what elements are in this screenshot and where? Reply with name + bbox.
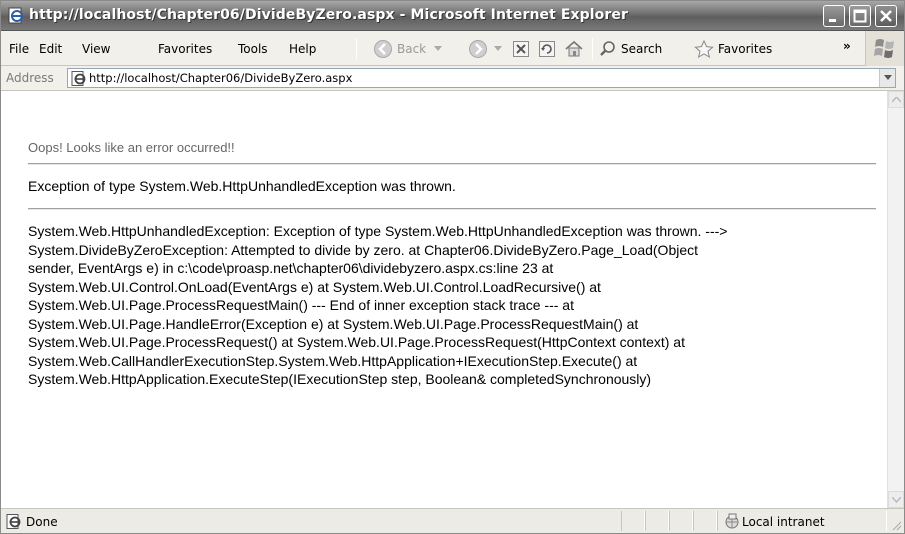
- menu-help[interactable]: Help: [289, 42, 316, 56]
- error-message: Oops! Looks like an error occurred!!: [28, 140, 235, 155]
- back-label: Back: [397, 42, 427, 56]
- refresh-button[interactable]: [538, 39, 556, 59]
- stack-trace: System.Web.HttpUnhandledException: Excep…: [28, 222, 880, 389]
- vertical-scrollbar[interactable]: [887, 91, 904, 508]
- exception-title: Exception of type System.Web.HttpUnhandl…: [28, 178, 456, 194]
- stack-trace-line: System.Web.UI.Page.ProcessRequest() at S…: [28, 334, 685, 350]
- address-label: Address: [6, 71, 54, 85]
- stack-trace-line: System.Web.UI.Page.HandleError(Exception…: [28, 315, 639, 332]
- maximize-icon: [853, 9, 867, 23]
- maximize-button[interactable]: [849, 5, 871, 27]
- favorites-label: Favorites: [718, 42, 773, 56]
- address-input[interactable]: http://localhost/Chapter06/DivideByZero.…: [67, 68, 896, 88]
- address-url: http://localhost/Chapter06/DivideByZero.…: [89, 71, 353, 85]
- star-icon: [694, 40, 714, 58]
- resize-grip-icon[interactable]: [890, 519, 902, 531]
- status-bar: Done Local intranet: [1, 508, 904, 533]
- stack-trace-line: System.Web.CallHandlerExecutionStep.Syst…: [28, 352, 638, 369]
- ie-page-icon: [7, 7, 25, 24]
- status-panel: [693, 511, 717, 531]
- intranet-icon: [724, 513, 740, 532]
- chevron-down-icon: [892, 497, 901, 503]
- forward-arrow-icon: [469, 40, 487, 58]
- back-arrow-icon: [374, 40, 392, 58]
- divider: [28, 208, 876, 210]
- stop-icon: [513, 41, 529, 57]
- page-done-icon: [6, 514, 22, 532]
- title-bar[interactable]: http://localhost/Chapter06/DivideByZero.…: [1, 1, 904, 31]
- menu-file[interactable]: File: [9, 42, 29, 56]
- toolbar-separator: [356, 38, 357, 60]
- divider: [28, 163, 876, 165]
- scroll-up-button[interactable]: [888, 91, 904, 108]
- minimize-button[interactable]: [823, 5, 845, 27]
- windows-logo: [865, 31, 904, 66]
- toolbar-separator: [592, 38, 593, 60]
- scroll-down-button[interactable]: [888, 491, 904, 508]
- window-title: http://localhost/Chapter06/DivideByZero.…: [29, 7, 629, 23]
- menu-favorites[interactable]: Favorites: [158, 42, 212, 56]
- chevron-down-icon: [494, 46, 502, 51]
- chevron-up-icon: [892, 97, 901, 103]
- search-icon: [600, 41, 615, 56]
- menu-tools[interactable]: Tools: [238, 42, 268, 56]
- menu-toolbar: File Edit View Favorites Tools Help Back: [1, 31, 904, 66]
- favorites-button[interactable]: Favorites: [694, 39, 772, 59]
- search-label: Search: [621, 42, 663, 56]
- security-zone-label: Local intranet: [742, 515, 825, 529]
- back-button[interactable]: Back: [373, 39, 443, 59]
- chevron-down-icon: [884, 75, 892, 80]
- windows-logo-icon: [874, 39, 894, 58]
- refresh-icon: [539, 41, 555, 57]
- status-panel: [645, 511, 669, 531]
- stack-trace-line: System.Web.UI.Control.OnLoad(EventArgs e…: [28, 278, 601, 295]
- home-button[interactable]: [564, 39, 584, 59]
- menu-view[interactable]: View: [82, 42, 110, 56]
- stack-trace-line: System.DivideByZeroException: Attempted …: [28, 241, 699, 258]
- minimize-icon: [829, 19, 836, 22]
- stack-trace-line: System.Web.HttpUnhandledException: Excep…: [28, 223, 728, 239]
- stack-trace-line: sender, EventArgs e) in c:\code\proasp.n…: [28, 260, 554, 276]
- stop-button[interactable]: [512, 39, 530, 59]
- address-bar: Address http://localhost/Chapter06/Divid…: [1, 66, 904, 91]
- close-button[interactable]: [875, 5, 897, 27]
- close-icon: [880, 10, 892, 22]
- forward-button[interactable]: [468, 39, 502, 59]
- stack-trace-line: System.Web.UI.Page.ProcessRequestMain() …: [28, 297, 574, 313]
- toolbar-chevron[interactable]: »: [843, 39, 851, 53]
- chevron-down-icon: [434, 46, 443, 51]
- home-icon: [565, 40, 583, 57]
- stack-trace-line: System.Web.HttpApplication.ExecuteStep(I…: [28, 371, 652, 387]
- status-panel: [669, 511, 693, 531]
- page-content: Oops! Looks like an error occurred!! Exc…: [1, 91, 904, 508]
- address-dropdown-button[interactable]: [879, 69, 895, 87]
- page-icon: [71, 71, 87, 89]
- browser-window: http://localhost/Chapter06/DivideByZero.…: [0, 0, 905, 534]
- status-panel: [621, 511, 645, 531]
- menu-edit[interactable]: Edit: [39, 42, 62, 56]
- status-text: Done: [26, 515, 58, 529]
- search-button[interactable]: Search: [599, 39, 662, 59]
